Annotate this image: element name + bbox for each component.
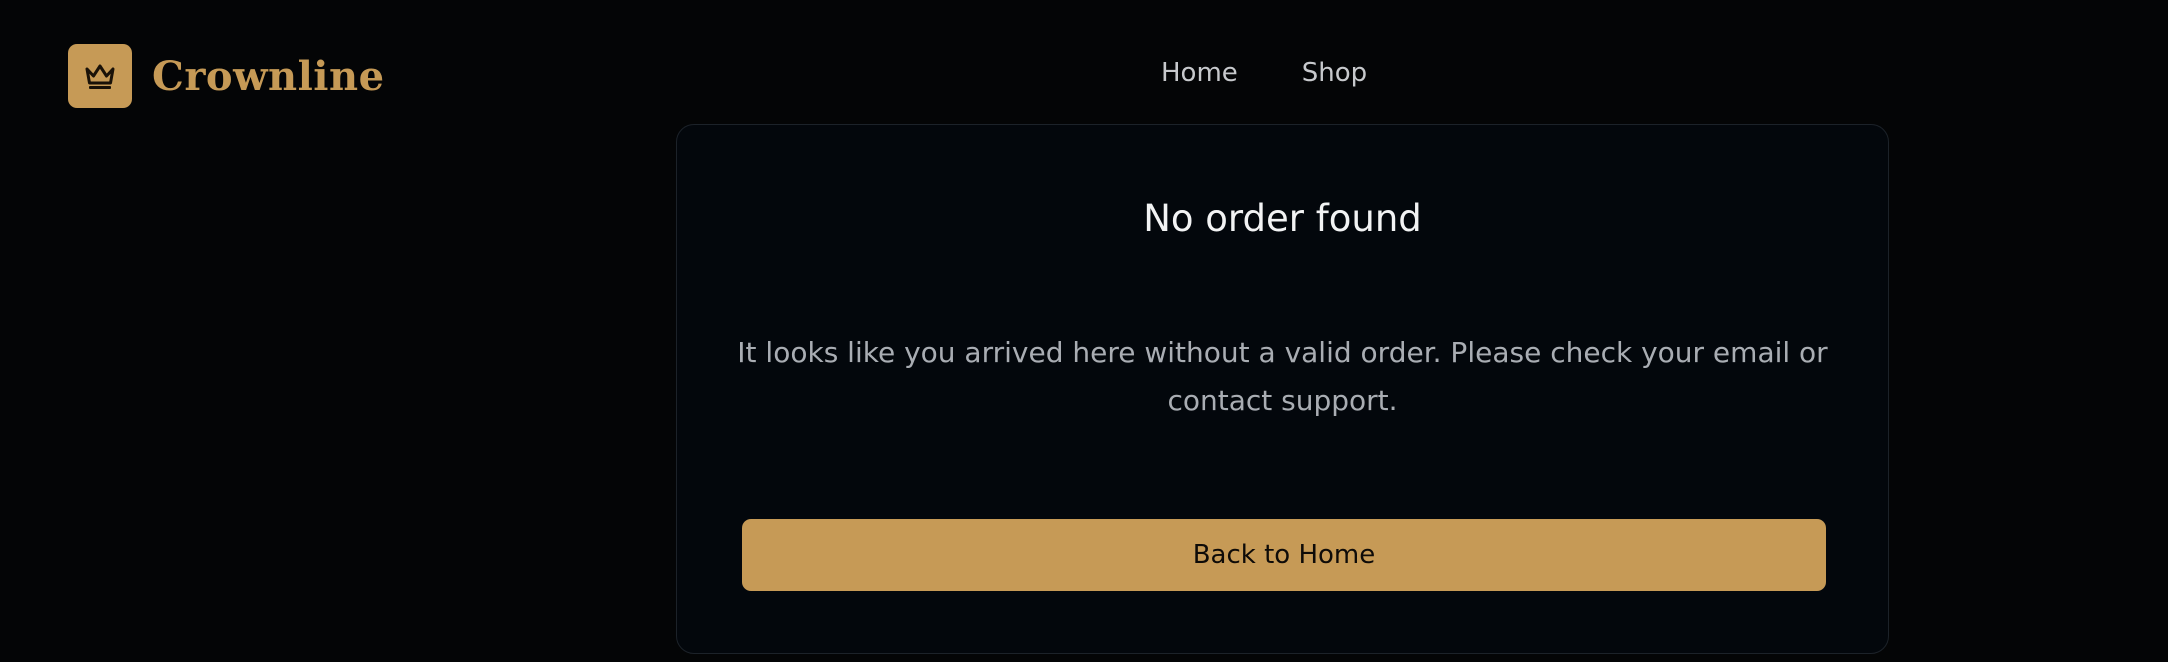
site-header: Crownline Home Shop xyxy=(0,0,2168,124)
crown-icon xyxy=(85,64,115,89)
logo-badge xyxy=(68,44,132,108)
brand-logo-link[interactable]: Crownline xyxy=(68,44,385,108)
nav-link-home[interactable]: Home xyxy=(1161,58,1238,88)
no-order-card: No order found It looks like you arrived… xyxy=(676,124,1889,654)
card-title: No order found xyxy=(1143,197,1422,240)
card-message: It looks like you arrived here without a… xyxy=(737,336,1828,417)
main-nav: Home Shop xyxy=(1161,58,1367,88)
nav-link-shop[interactable]: Shop xyxy=(1302,58,1367,88)
back-to-home-button[interactable]: Back to Home xyxy=(742,519,1826,591)
brand-name: Crownline xyxy=(152,52,385,100)
